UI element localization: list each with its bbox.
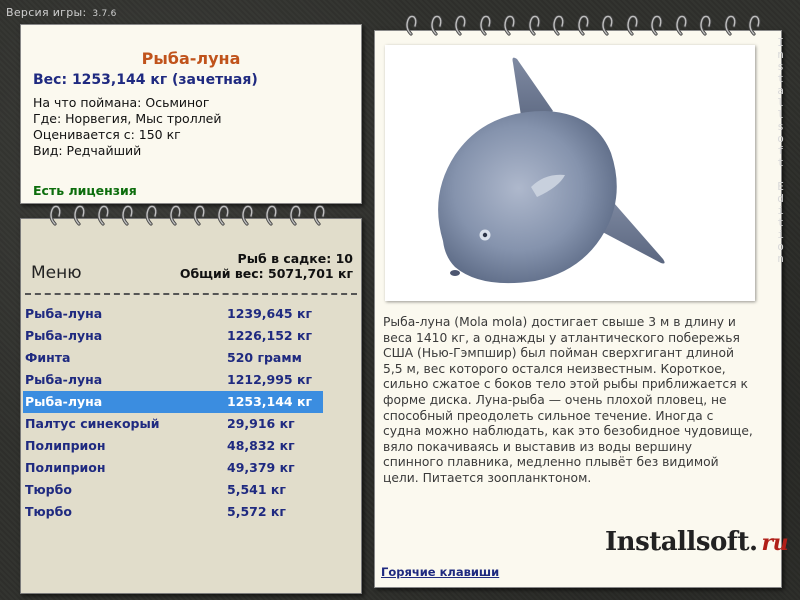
sunfish-illustration — [438, 57, 665, 284]
spiral-ring — [649, 14, 663, 36]
spiral-ring — [240, 204, 254, 226]
hotkeys-link[interactable]: Горячие клавиши — [381, 565, 499, 579]
spiral-ring — [600, 14, 614, 36]
fish-rarity: Вид: Редчайший — [33, 143, 142, 158]
spiral-ring — [192, 204, 206, 226]
spiral-ring — [747, 14, 761, 36]
fish-list-item[interactable]: Тюрбо 5,541 кг — [23, 479, 323, 501]
fish-title: Рыба-луна — [141, 49, 241, 68]
spiral-ring — [264, 204, 278, 226]
spiral-ring — [312, 204, 326, 226]
spiral-ring — [478, 14, 492, 36]
fish-list-item-selected[interactable]: Рыба-луна 1253,144 кг — [23, 391, 323, 413]
fish-list-item[interactable]: Рыба-луна 1239,645 кг — [23, 303, 323, 325]
menu-button[interactable]: Меню — [31, 263, 82, 283]
fish-description: Рыба-луна (Mola mola) достигает свыше 3 … — [383, 315, 753, 485]
spiral-ring — [453, 14, 467, 36]
fish-weight-value: 1239,645 кг — [227, 306, 312, 321]
fish-value: Оценивается с: 150 кг — [33, 127, 181, 142]
total-weight: Общий вес: 5071,701 кг — [179, 266, 353, 281]
fish-weight-value: 48,832 кг — [227, 438, 295, 453]
description-card: Рыба-луна (Mola mola) достигает свыше 3 … — [374, 30, 789, 588]
spiral-ring — [551, 14, 565, 36]
spiral-ring — [527, 14, 541, 36]
fish-name: Финта — [25, 350, 71, 365]
fish-place: Где: Норвегия, Мыс троллей — [33, 111, 222, 126]
spiral-ring — [288, 204, 302, 226]
fish-weight-value: 1212,995 кг — [227, 372, 312, 387]
catch-count: Рыб в садке: 10 — [237, 251, 353, 266]
spiral-ring — [96, 204, 110, 226]
spiral-ring — [625, 14, 639, 36]
divider — [25, 293, 357, 295]
fish-weight-value: 29,916 кг — [227, 416, 295, 431]
fish-list-item[interactable]: Полиприон 48,832 кг — [23, 435, 323, 457]
fish-name: Рыба-луна — [25, 394, 103, 409]
installsoft-logo: Installsoft. ru — [605, 527, 789, 557]
fish-name: Тюрбо — [25, 482, 72, 497]
fish-list-item[interactable]: Рыба-луна 1226,152 кг — [23, 325, 323, 347]
keepnet-card: Меню Рыб в садке: 10 Общий вес: 5071,701… — [20, 218, 362, 594]
side-watermark: Installsoft Edition — [774, 36, 787, 264]
fish-list-item[interactable]: Тюрбо 5,572 кг — [23, 501, 323, 523]
spiral-ring — [120, 204, 134, 226]
fish-weight-value: 5,541 кг — [227, 482, 286, 497]
spiral-ring — [404, 14, 418, 36]
fish-name: Рыба-луна — [25, 372, 103, 387]
fish-list: Рыба-луна 1239,645 кг Рыба-луна 1226,152 к… — [21, 303, 361, 523]
fish-name: Рыба-луна — [25, 306, 103, 321]
fish-weight-value: 1253,144 кг — [227, 394, 312, 409]
fish-list-item[interactable]: Финта 520 грамм — [23, 347, 323, 369]
fish-weight-value: 520 грамм — [227, 350, 302, 365]
fish-photo — [385, 45, 755, 301]
fish-name: Полиприон — [25, 438, 106, 453]
fish-weight-value: 5,572 кг — [227, 504, 286, 519]
fish-name: Тюрбо — [25, 504, 72, 519]
fish-bait: На что поймана: Осьминог — [33, 95, 210, 110]
fish-list-item[interactable]: Палтус синекорый 29,916 кг — [23, 413, 323, 435]
version-label: Версия игры: 3.7.6 — [6, 6, 117, 19]
fish-weight-value: 1226,152 кг — [227, 328, 312, 343]
logo-main: Installsoft. — [605, 527, 758, 557]
fish-name: Рыба-луна — [25, 328, 103, 343]
logo-suffix: ru — [761, 530, 789, 556]
spiral-ring — [48, 204, 62, 226]
spiral-ring — [72, 204, 86, 226]
spiral-ring — [674, 14, 688, 36]
spiral-ring — [502, 14, 516, 36]
fish-weight: Вес: 1253,144 кг (зачетная) — [33, 72, 258, 88]
fish-list-item[interactable]: Рыба-луна 1212,995 кг — [23, 369, 323, 391]
spiral-ring — [144, 204, 158, 226]
spiral-ring — [576, 14, 590, 36]
fish-list-item[interactable]: Полиприон 49,379 кг — [23, 457, 323, 479]
fish-name: Палтус синекорый — [25, 416, 160, 431]
version-number: 3.7.6 — [92, 9, 117, 19]
fish-name: Полиприон — [25, 460, 106, 475]
spiral-ring — [698, 14, 712, 36]
license-status: Есть лицензия — [33, 183, 137, 198]
spiral-ring — [429, 14, 443, 36]
spiral-ring — [216, 204, 230, 226]
fish-info-card: Рыба-луна Вес: 1253,144 кг (зачетная) На… — [20, 24, 362, 204]
version-caption: Версия игры: — [6, 6, 87, 19]
fish-weight-value: 49,379 кг — [227, 460, 295, 475]
spiral-ring — [723, 14, 737, 36]
spiral-ring — [168, 204, 182, 226]
